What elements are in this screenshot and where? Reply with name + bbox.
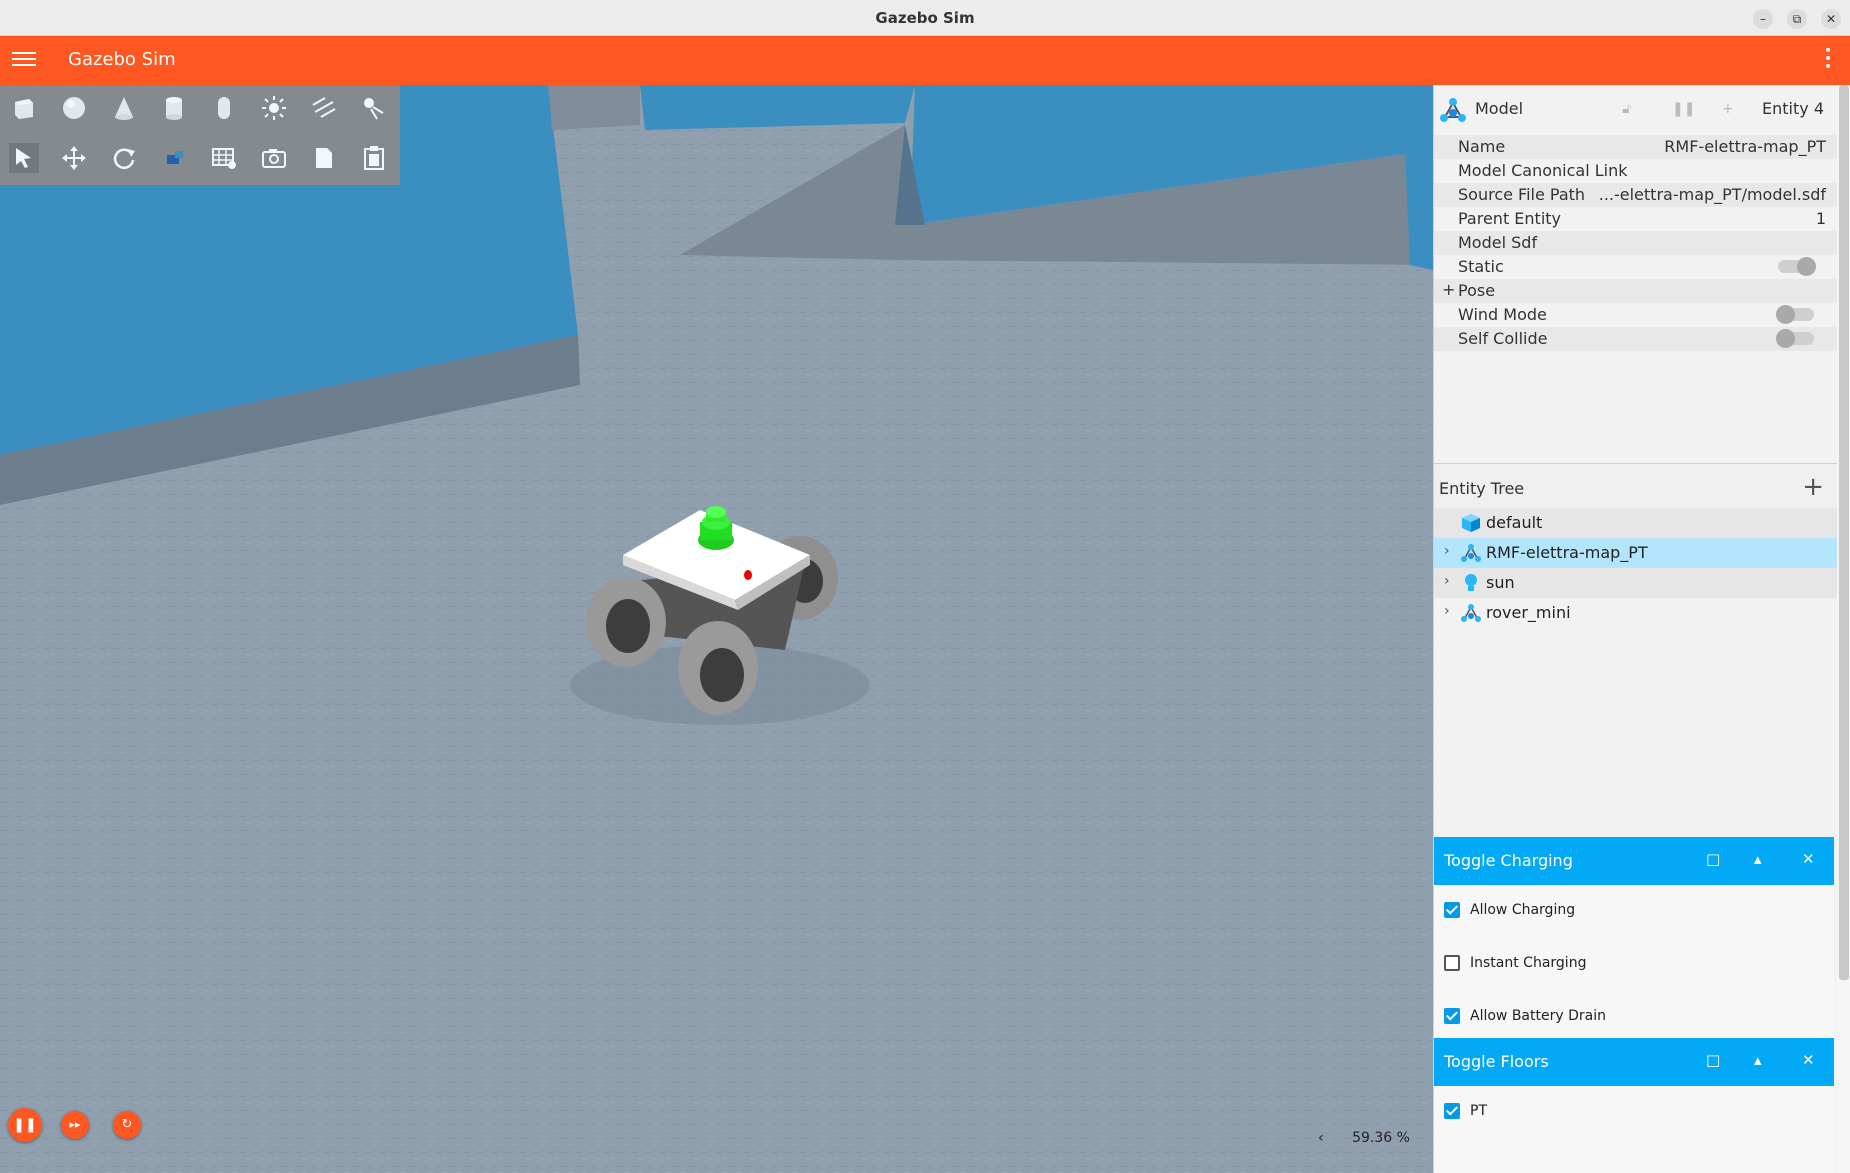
model-icon <box>1461 544 1481 562</box>
tree-item-rmf-elettra-map-pt[interactable]: › RMF-elettra-map_PT <box>1434 538 1838 568</box>
toggle-floors-header: Toggle Floors □ ▴ ✕ <box>1434 1038 1834 1086</box>
tree-item-default[interactable]: default <box>1434 508 1838 538</box>
chevron-left-icon[interactable]: ‹ <box>1318 1130 1324 1146</box>
right-panel: Model 🔓︎ ❚❚ + Entity 4 Name RMF-elettra-… <box>1433 85 1838 1173</box>
close-icon[interactable]: ✕ <box>1821 9 1841 29</box>
grid-snap-icon[interactable] <box>209 143 239 173</box>
toggle-charging-header: Toggle Charging □ ▴ ✕ <box>1434 837 1834 885</box>
real-time-factor: ‹ 59.36 % <box>1318 1130 1410 1146</box>
close-icon[interactable]: ✕ <box>1802 850 1815 868</box>
close-icon[interactable]: ✕ <box>1802 1051 1815 1069</box>
minimize-icon[interactable]: – <box>1753 9 1773 29</box>
scene-3d-viewport[interactable] <box>0 85 1433 1173</box>
spot-light-icon[interactable] <box>359 93 389 123</box>
lock-icon[interactable]: 🔓︎ <box>1622 101 1631 117</box>
toggle-floors-title: Toggle Floors <box>1444 1052 1549 1071</box>
scrollbar-thumb[interactable] <box>1839 85 1849 980</box>
checkbox-unchecked-icon[interactable] <box>1444 955 1460 971</box>
property-row-model-sdf[interactable]: Model Sdf <box>1434 231 1838 255</box>
self-collide-toggle[interactable] <box>1776 329 1814 348</box>
component-inspector-header: Model 🔓︎ ❚❚ + Entity 4 <box>1434 85 1838 135</box>
checkbox-checked-icon[interactable] <box>1444 1103 1460 1119</box>
translate-icon[interactable] <box>59 143 89 173</box>
scene-toolbar <box>0 85 400 185</box>
window-title: Gazebo Sim <box>875 9 975 27</box>
copy-icon[interactable] <box>309 143 339 173</box>
pause-updates-icon[interactable]: ❚❚ <box>1672 101 1695 117</box>
tree-item-sun[interactable]: › sun <box>1434 568 1838 598</box>
wind-mode-toggle[interactable] <box>1776 305 1814 324</box>
maximize-icon[interactable]: □ <box>1706 850 1720 868</box>
hamburger-menu-icon[interactable] <box>12 48 36 72</box>
window-titlebar: Gazebo Sim – ⧉ ✕ <box>0 0 1850 36</box>
screenshot-icon[interactable] <box>259 143 289 173</box>
property-row-canonical-link: Model Canonical Link <box>1458 161 1628 180</box>
more-options-icon[interactable] <box>1826 48 1830 72</box>
collapse-icon[interactable]: ▴ <box>1754 850 1762 868</box>
point-light-icon[interactable] <box>259 93 289 123</box>
maximize-icon[interactable]: □ <box>1706 1051 1720 1069</box>
chevron-right-icon[interactable]: › <box>1444 573 1450 589</box>
property-row-self-collide: Self Collide <box>1434 327 1838 351</box>
box-icon[interactable] <box>9 93 39 123</box>
paste-icon[interactable] <box>359 143 389 173</box>
property-row-static: Static <box>1434 255 1838 279</box>
app-title: Gazebo Sim <box>68 49 176 70</box>
world-icon <box>1462 514 1480 532</box>
expand-icon[interactable]: + <box>1442 280 1455 299</box>
property-row-source-file: Source File Path ...-elettra-map_PT/mode… <box>1434 183 1838 207</box>
toggle-charging-title: Toggle Charging <box>1444 851 1573 870</box>
chevron-right-icon[interactable]: › <box>1444 603 1450 619</box>
entity-tree-header: Entity Tree + <box>1434 463 1838 512</box>
capsule-icon[interactable] <box>209 93 239 123</box>
rotate-icon[interactable] <box>109 143 139 173</box>
collapse-icon[interactable]: ▴ <box>1754 1051 1762 1069</box>
directional-light-icon[interactable] <box>309 93 339 123</box>
light-icon <box>1465 574 1477 591</box>
add-component-icon[interactable]: + <box>1722 101 1734 117</box>
right-panel-scrollbar[interactable] <box>1837 85 1850 1173</box>
reset-icon[interactable]: ↻ <box>113 1111 141 1139</box>
model-icon <box>1461 604 1481 622</box>
chevron-right-icon[interactable]: › <box>1444 543 1450 559</box>
property-row-pose[interactable]: + Pose <box>1434 279 1838 303</box>
sphere-icon[interactable] <box>59 93 89 123</box>
cylinder-icon[interactable] <box>159 93 189 123</box>
model-icon <box>1440 98 1466 122</box>
app-header: Gazebo Sim <box>0 36 1850 85</box>
pause-icon[interactable]: ❚❚ <box>8 1108 42 1142</box>
property-row-name: Name RMF-elettra-map_PT <box>1434 135 1838 159</box>
component-type-label: Model <box>1475 99 1524 118</box>
entity-tree-title: Entity Tree <box>1439 479 1525 498</box>
checkbox-checked-icon[interactable] <box>1444 1008 1460 1024</box>
select-icon[interactable] <box>9 143 39 173</box>
rtf-value: 59.36 % <box>1352 1130 1410 1146</box>
toggle-floors-body: PT <box>1434 1086 1834 1173</box>
step-icon[interactable]: ▸▸ <box>61 1111 89 1139</box>
toggle-charging-body: Allow Charging Instant Charging Allow Ba… <box>1434 885 1834 1040</box>
property-row-wind-mode: Wind Mode <box>1434 303 1838 327</box>
checkbox-checked-icon[interactable] <box>1444 902 1460 918</box>
add-entity-icon[interactable]: + <box>1802 472 1824 502</box>
tree-item-rover-mini[interactable]: › rover_mini <box>1434 598 1838 628</box>
entity-id-label: Entity 4 <box>1762 99 1824 118</box>
static-toggle[interactable] <box>1778 257 1816 276</box>
restore-icon[interactable]: ⧉ <box>1787 9 1807 29</box>
property-row-parent-entity: Parent Entity 1 <box>1458 209 1826 228</box>
transform-control-icon[interactable] <box>159 143 189 173</box>
cone-icon[interactable] <box>109 93 139 123</box>
